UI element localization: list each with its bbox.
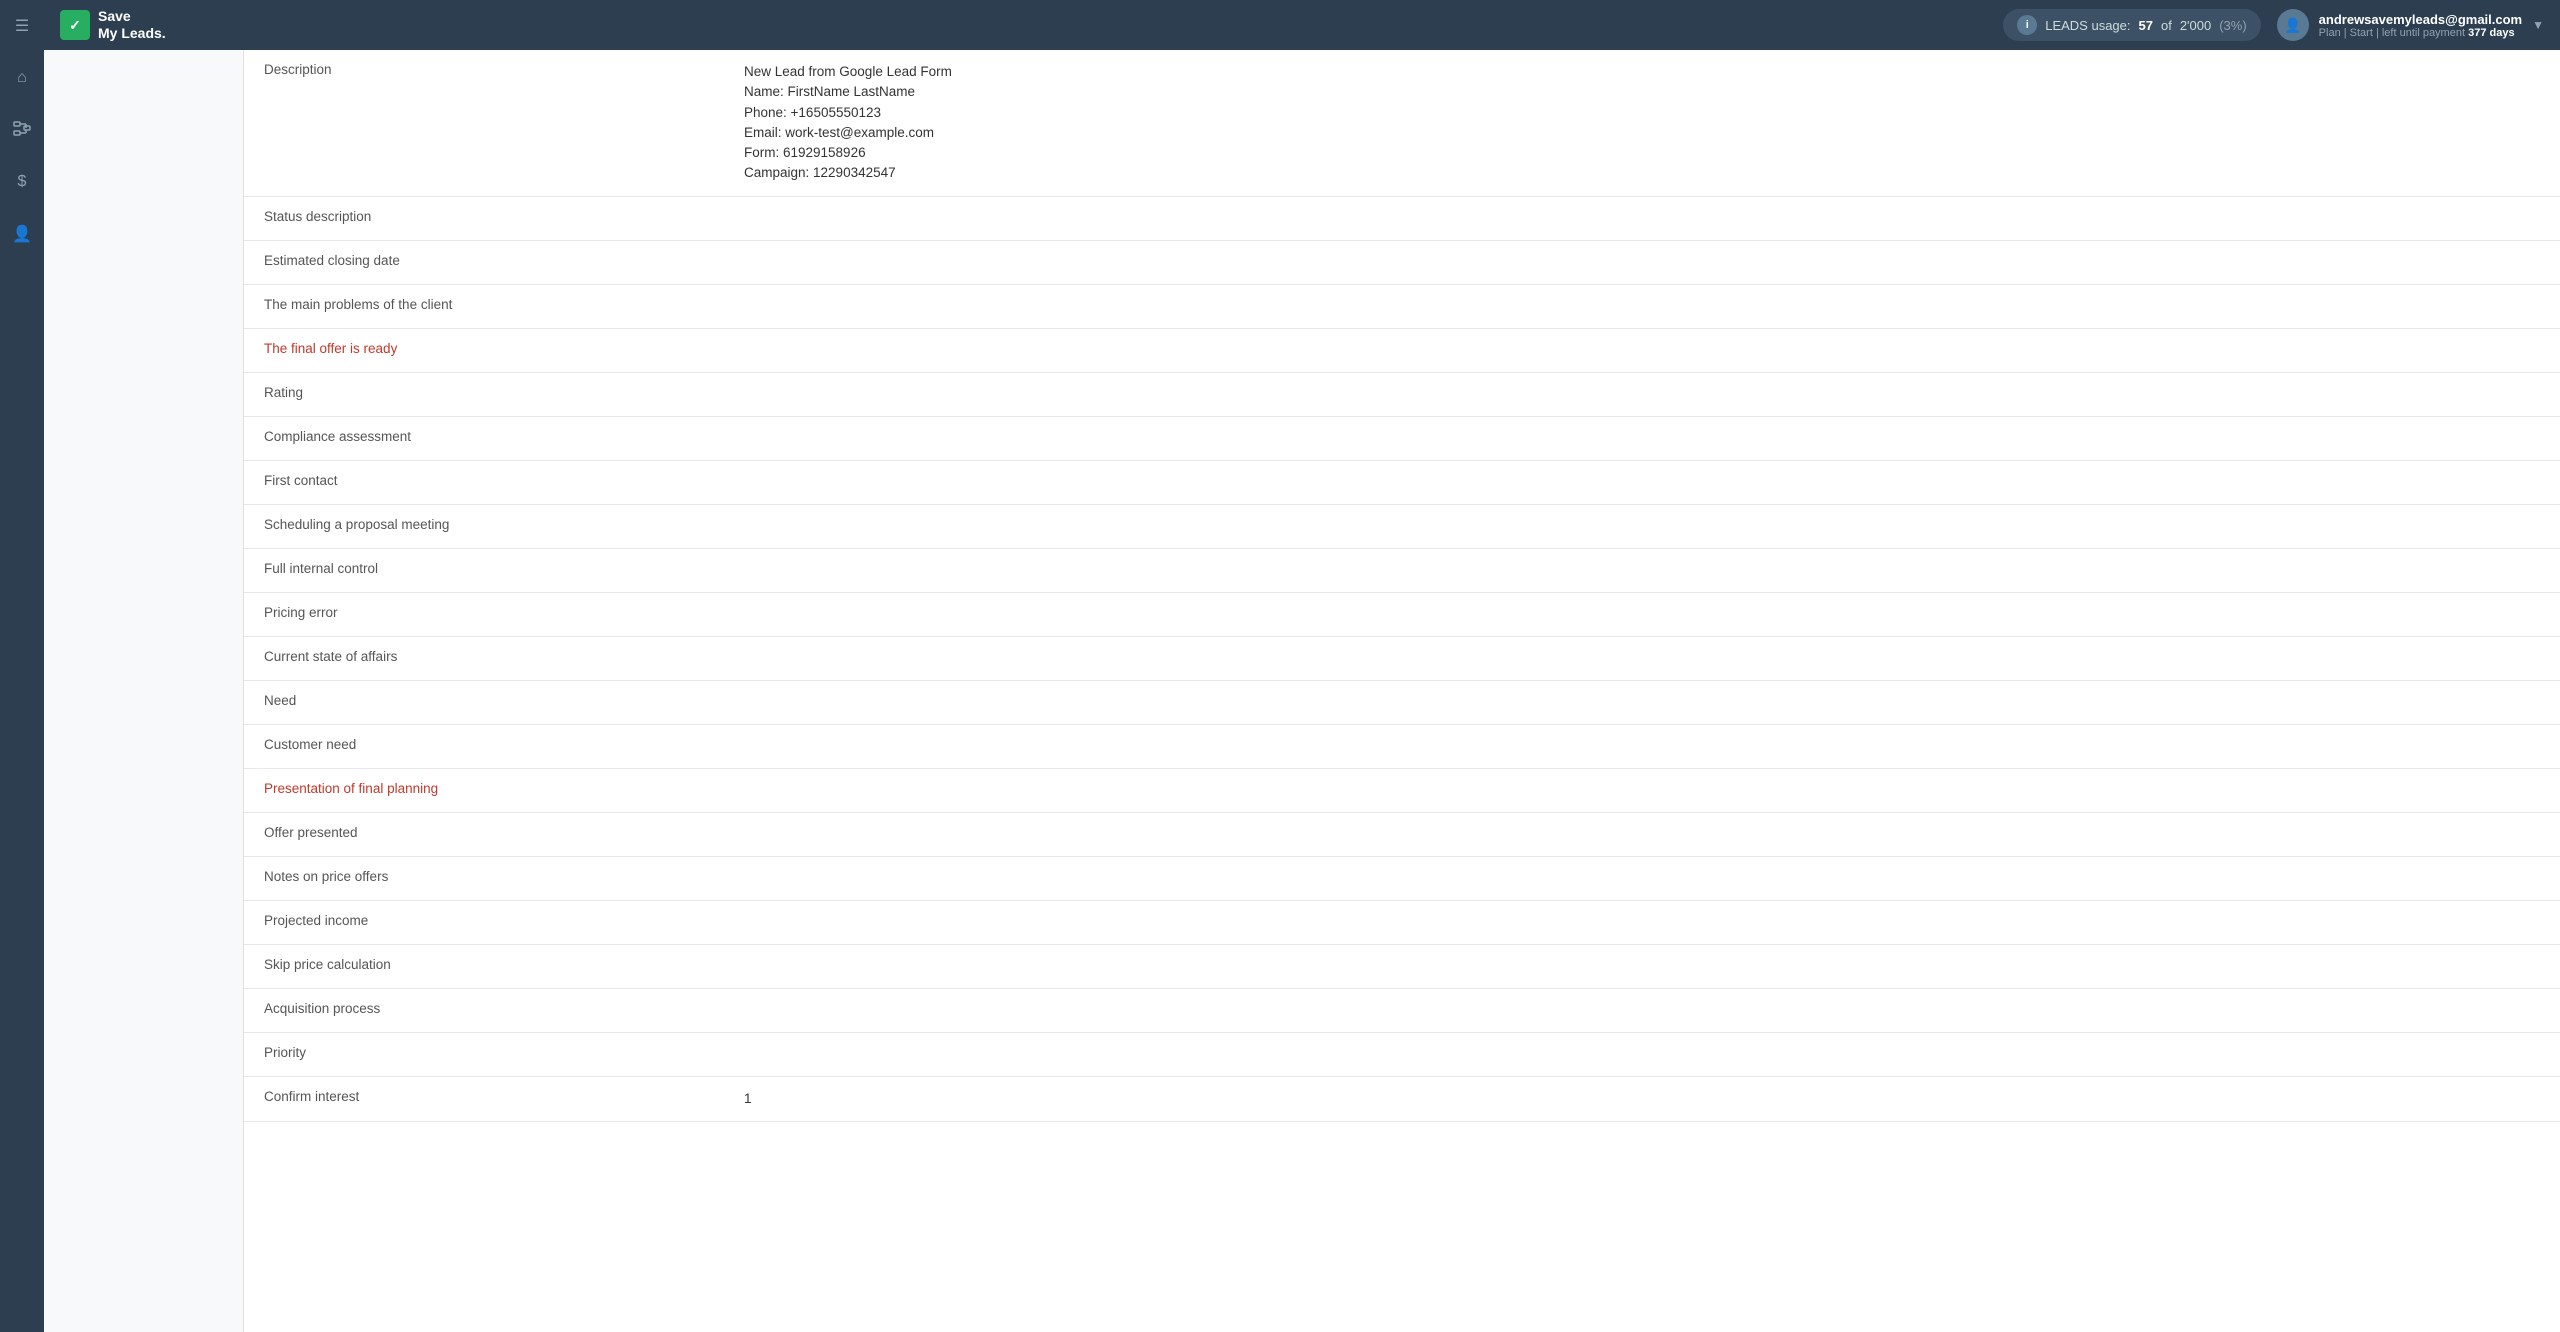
field-row-18: Acquisition process bbox=[244, 989, 2560, 1033]
field-label-4: Rating bbox=[264, 385, 744, 400]
field-row-0: Status description bbox=[244, 197, 2560, 241]
leads-usage: i LEADS usage: 57 of 2'000 (3%) bbox=[2003, 9, 2260, 41]
field-label-11: Need bbox=[264, 693, 744, 708]
leads-used: 57 bbox=[2139, 18, 2153, 33]
field-row-2: The main problems of the client bbox=[244, 285, 2560, 329]
description-value: New Lead from Google Lead FormName: Firs… bbox=[744, 62, 2540, 184]
flows-icon[interactable] bbox=[6, 114, 38, 146]
menu-icon[interactable]: ☰ bbox=[6, 10, 38, 42]
profile-icon[interactable]: 👤 bbox=[6, 218, 38, 250]
field-label-2: The main problems of the client bbox=[264, 297, 744, 312]
field-label-1: Estimated closing date bbox=[264, 253, 744, 268]
logo-icon: ✓ bbox=[60, 10, 90, 40]
field-row-4: Rating bbox=[244, 373, 2560, 417]
field-row-19: Priority bbox=[244, 1033, 2560, 1077]
info-icon: i bbox=[2017, 15, 2037, 35]
description-label: Description bbox=[264, 62, 744, 77]
header: ✓ Save My Leads. i LEADS usage: 57 of 2'… bbox=[44, 0, 2560, 50]
field-row-15: Notes on price offers bbox=[244, 857, 2560, 901]
field-label-10: Current state of affairs bbox=[264, 649, 744, 664]
field-label-16: Projected income bbox=[264, 913, 744, 928]
field-label-7: Scheduling a proposal meeting bbox=[264, 517, 744, 532]
leads-total: 2'000 bbox=[2180, 18, 2211, 33]
user-email: andrewsavemyleads@gmail.com bbox=[2319, 12, 2522, 27]
sidebar: ☰ ⌂ $ 👤 bbox=[0, 0, 44, 1332]
description-line-5: Campaign: 12290342547 bbox=[744, 163, 2540, 183]
field-row-16: Projected income bbox=[244, 901, 2560, 945]
field-row-3: The final offer is ready bbox=[244, 329, 2560, 373]
user-plan: Plan | Start | left until payment 377 da… bbox=[2319, 27, 2522, 39]
left-panel bbox=[44, 50, 244, 1332]
main-content: Description New Lead from Google Lead Fo… bbox=[244, 50, 2560, 1332]
field-row-7: Scheduling a proposal meeting bbox=[244, 505, 2560, 549]
home-icon[interactable]: ⌂ bbox=[6, 62, 38, 94]
field-label-15: Notes on price offers bbox=[264, 869, 744, 884]
description-line-3: Email: work-test@example.com bbox=[744, 123, 2540, 143]
field-row-12: Customer need bbox=[244, 725, 2560, 769]
description-line-1: Name: FirstName LastName bbox=[744, 82, 2540, 102]
billing-icon[interactable]: $ bbox=[6, 166, 38, 198]
field-row-11: Need bbox=[244, 681, 2560, 725]
logo-text: Save My Leads. bbox=[98, 8, 166, 42]
field-row-1: Estimated closing date bbox=[244, 241, 2560, 285]
logo-check: ✓ bbox=[69, 17, 81, 34]
field-label-6: First contact bbox=[264, 473, 744, 488]
chevron-down-icon[interactable]: ▼ bbox=[2532, 18, 2544, 32]
field-row-9: Pricing error bbox=[244, 593, 2560, 637]
field-label-12: Customer need bbox=[264, 737, 744, 752]
leads-label: LEADS usage: bbox=[2045, 18, 2130, 33]
field-label-17: Skip price calculation bbox=[264, 957, 744, 972]
field-row-10: Current state of affairs bbox=[244, 637, 2560, 681]
field-row-6: First contact bbox=[244, 461, 2560, 505]
logo: ✓ Save My Leads. bbox=[60, 8, 166, 42]
field-row-5: Compliance assessment bbox=[244, 417, 2560, 461]
leads-pct: (3%) bbox=[2219, 18, 2246, 33]
field-row-13: Presentation of final planning bbox=[244, 769, 2560, 813]
user-info-header: 👤 andrewsavemyleads@gmail.com Plan | Sta… bbox=[2277, 9, 2544, 41]
leads-separator: of bbox=[2161, 18, 2172, 33]
field-label-8: Full internal control bbox=[264, 561, 744, 576]
description-row: Description New Lead from Google Lead Fo… bbox=[244, 50, 2560, 197]
field-row-17: Skip price calculation bbox=[244, 945, 2560, 989]
field-label-13: Presentation of final planning bbox=[264, 781, 744, 796]
description-line-4: Form: 61929158926 bbox=[744, 143, 2540, 163]
content-area: Description New Lead from Google Lead Fo… bbox=[44, 50, 2560, 1332]
field-row-8: Full internal control bbox=[244, 549, 2560, 593]
field-row-20: Confirm interest1 bbox=[244, 1077, 2560, 1122]
main-area: ✓ Save My Leads. i LEADS usage: 57 of 2'… bbox=[44, 0, 2560, 1332]
field-value-20: 1 bbox=[744, 1089, 2540, 1109]
user-details: andrewsavemyleads@gmail.com Plan | Start… bbox=[2319, 12, 2522, 39]
field-label-18: Acquisition process bbox=[264, 1001, 744, 1016]
field-label-20: Confirm interest bbox=[264, 1089, 744, 1104]
field-label-14: Offer presented bbox=[264, 825, 744, 840]
field-label-19: Priority bbox=[264, 1045, 744, 1060]
field-label-5: Compliance assessment bbox=[264, 429, 744, 444]
user-avatar: 👤 bbox=[2277, 9, 2309, 41]
field-label-3: The final offer is ready bbox=[264, 341, 744, 356]
field-label-9: Pricing error bbox=[264, 605, 744, 620]
field-row-14: Offer presented bbox=[244, 813, 2560, 857]
description-line-2: Phone: +16505550123 bbox=[744, 103, 2540, 123]
description-line-0: New Lead from Google Lead Form bbox=[744, 62, 2540, 82]
field-label-0: Status description bbox=[264, 209, 744, 224]
